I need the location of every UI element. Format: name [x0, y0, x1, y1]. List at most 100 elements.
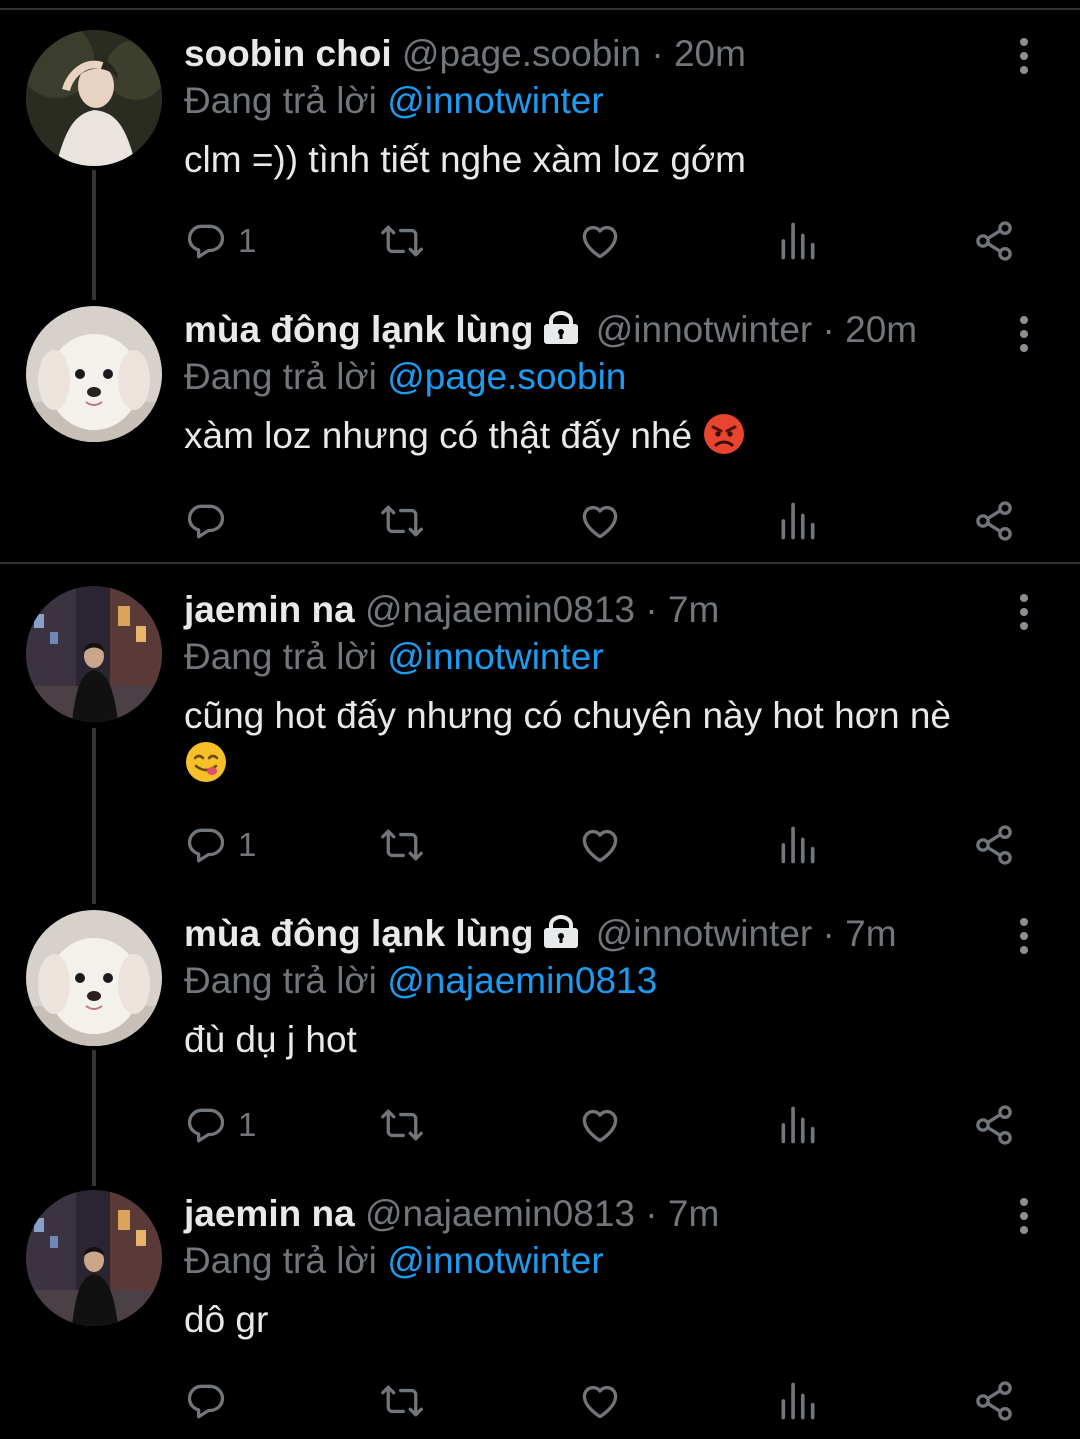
views-button[interactable]: [776, 216, 820, 266]
separator-dot: ·: [822, 913, 835, 954]
share-icon: [972, 1103, 1016, 1147]
more-vertical-icon[interactable]: [1008, 590, 1040, 634]
timestamp[interactable]: 7m: [668, 1193, 719, 1234]
user-handle[interactable]: @najaemin0813: [365, 589, 635, 630]
separator-dot: ·: [645, 1193, 658, 1234]
yummy-face-emoji: [184, 740, 228, 784]
share-button[interactable]: [972, 496, 1016, 546]
reply-count: 1: [238, 826, 257, 863]
retweet-button[interactable]: [380, 1376, 424, 1426]
tweet[interactable]: jaemin na @najaemin0813 · 7m Đang trả lờ…: [0, 586, 1080, 886]
mention-link[interactable]: @innotwinter: [387, 80, 604, 121]
tweet[interactable]: mùa đông lạnk lùng @innotwinter · 20m Đa…: [0, 306, 1080, 556]
heart-icon: [578, 1379, 622, 1423]
user-handle[interactable]: @innotwinter: [596, 309, 813, 350]
avatar[interactable]: [26, 910, 162, 1046]
reply-prefix: Đang trả lời: [184, 960, 377, 1001]
share-button[interactable]: [972, 1376, 1016, 1426]
share-button[interactable]: [972, 820, 1016, 870]
tweet-header: jaemin na @najaemin0813 · 7m: [184, 1190, 1014, 1238]
timestamp[interactable]: 20m: [674, 33, 746, 74]
mention-link[interactable]: @innotwinter: [387, 636, 604, 677]
views-button[interactable]: [776, 496, 820, 546]
reply-button[interactable]: 1: [184, 1100, 256, 1150]
retweet-button[interactable]: [380, 820, 424, 870]
views-icon: [776, 219, 820, 263]
separator-dot: ·: [645, 589, 658, 630]
views-button[interactable]: [776, 820, 820, 870]
reply-icon: [184, 1103, 228, 1147]
views-icon: [776, 1103, 820, 1147]
reply-button[interactable]: [184, 1376, 238, 1426]
share-button[interactable]: [972, 216, 1016, 266]
separator-dot: ·: [822, 309, 835, 350]
user-handle[interactable]: @innotwinter: [596, 913, 813, 954]
reply-icon: [184, 219, 228, 263]
more-vertical-icon[interactable]: [1008, 312, 1040, 356]
timestamp[interactable]: 7m: [668, 589, 719, 630]
mention-link[interactable]: @innotwinter: [387, 1240, 604, 1281]
like-button[interactable]: [578, 1100, 622, 1150]
angry-face-emoji: [702, 412, 746, 456]
display-name[interactable]: jaemin na: [184, 1193, 355, 1234]
reply-button[interactable]: 1: [184, 820, 256, 870]
avatar[interactable]: [26, 306, 162, 442]
display-name[interactable]: soobin choi: [184, 33, 392, 74]
like-button[interactable]: [578, 820, 622, 870]
views-button[interactable]: [776, 1100, 820, 1150]
avatar[interactable]: [26, 586, 162, 722]
replying-to: Đang trả lời @najaemin0813: [184, 958, 1014, 1004]
tweet-content: jaemin na @najaemin0813 · 7m Đang trả lờ…: [184, 586, 1014, 788]
tweet-actions: 1: [184, 820, 1030, 870]
lock-icon: [541, 915, 581, 949]
reply-prefix: Đang trả lời: [184, 356, 377, 397]
display-name[interactable]: jaemin na: [184, 589, 355, 630]
avatar[interactable]: [26, 1190, 162, 1326]
like-button[interactable]: [578, 496, 622, 546]
views-icon: [776, 499, 820, 543]
views-button[interactable]: [776, 1376, 820, 1426]
tweet-content: soobin choi @page.soobin · 20m Đang trả …: [184, 30, 1014, 184]
tweet[interactable]: jaemin na @najaemin0813 · 7m Đang trả lờ…: [0, 1190, 1080, 1439]
avatar[interactable]: [26, 30, 162, 166]
views-icon: [776, 1379, 820, 1423]
mention-link[interactable]: @page.soobin: [387, 356, 626, 397]
tweet-actions: 1: [184, 1100, 1030, 1150]
like-button[interactable]: [578, 216, 622, 266]
reply-icon: [184, 1379, 228, 1423]
display-name[interactable]: mùa đông lạnk lùng: [184, 309, 533, 350]
share-button[interactable]: [972, 1100, 1016, 1150]
retweet-button[interactable]: [380, 496, 424, 546]
display-name[interactable]: mùa đông lạnk lùng: [184, 913, 533, 954]
share-icon: [972, 1379, 1016, 1423]
retweet-button[interactable]: [380, 1100, 424, 1150]
share-icon: [972, 219, 1016, 263]
mention-link[interactable]: @najaemin0813: [387, 960, 657, 1001]
reply-count: 1: [238, 222, 257, 259]
reply-prefix: Đang trả lời: [184, 636, 377, 677]
tweet-text: clm =)) tình tiết nghe xàm loz gớm: [184, 139, 746, 180]
more-vertical-icon[interactable]: [1008, 914, 1040, 958]
tweet-text: dô gr: [184, 1299, 269, 1340]
more-vertical-icon[interactable]: [1008, 34, 1040, 78]
timestamp[interactable]: 20m: [845, 309, 917, 350]
reply-icon: [184, 823, 228, 867]
replying-to: Đang trả lời @innotwinter: [184, 1238, 1014, 1284]
tweet[interactable]: mùa đông lạnk lùng @innotwinter · 7m Đan…: [0, 910, 1080, 1160]
reply-button[interactable]: 1: [184, 216, 256, 266]
user-handle[interactable]: @najaemin0813: [365, 1193, 635, 1234]
tweet-content: jaemin na @najaemin0813 · 7m Đang trả lờ…: [184, 1190, 1014, 1344]
tweet-header: mùa đông lạnk lùng @innotwinter · 20m: [184, 306, 1014, 354]
timestamp[interactable]: 7m: [845, 913, 896, 954]
share-icon: [972, 499, 1016, 543]
tweet-body: xàm loz nhưng có thật đấy nhé: [184, 412, 1014, 460]
retweet-button[interactable]: [380, 216, 424, 266]
tweet[interactable]: soobin choi @page.soobin · 20m Đang trả …: [0, 30, 1080, 280]
tweet-text: cũng hot đấy nhưng có chuyện này hot hơn…: [184, 695, 951, 736]
reply-prefix: Đang trả lời: [184, 80, 377, 121]
tweet-content: mùa đông lạnk lùng @innotwinter · 20m Đa…: [184, 306, 1014, 460]
user-handle[interactable]: @page.soobin: [402, 33, 641, 74]
like-button[interactable]: [578, 1376, 622, 1426]
reply-button[interactable]: [184, 496, 238, 546]
more-vertical-icon[interactable]: [1008, 1194, 1040, 1238]
